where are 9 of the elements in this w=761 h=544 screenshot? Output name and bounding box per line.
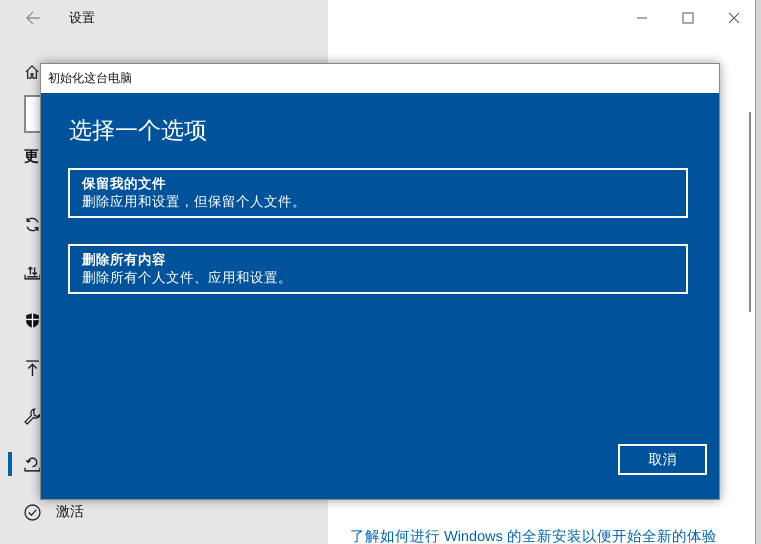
option-description: 删除应用和设置，但保留个人文件。 xyxy=(82,193,307,211)
window-title: 设置 xyxy=(69,8,95,26)
section-heading: 更 xyxy=(24,147,40,167)
option-title: 删除所有内容 xyxy=(82,251,167,269)
dialog-heading: 选择一个选项 xyxy=(69,116,208,145)
item-label: 激活 xyxy=(56,503,84,521)
dialog-title: 初始化这台电脑 xyxy=(48,70,132,87)
option-title: 保留我的文件 xyxy=(82,175,167,193)
option-description: 删除所有个人文件、应用和设置。 xyxy=(82,269,293,287)
